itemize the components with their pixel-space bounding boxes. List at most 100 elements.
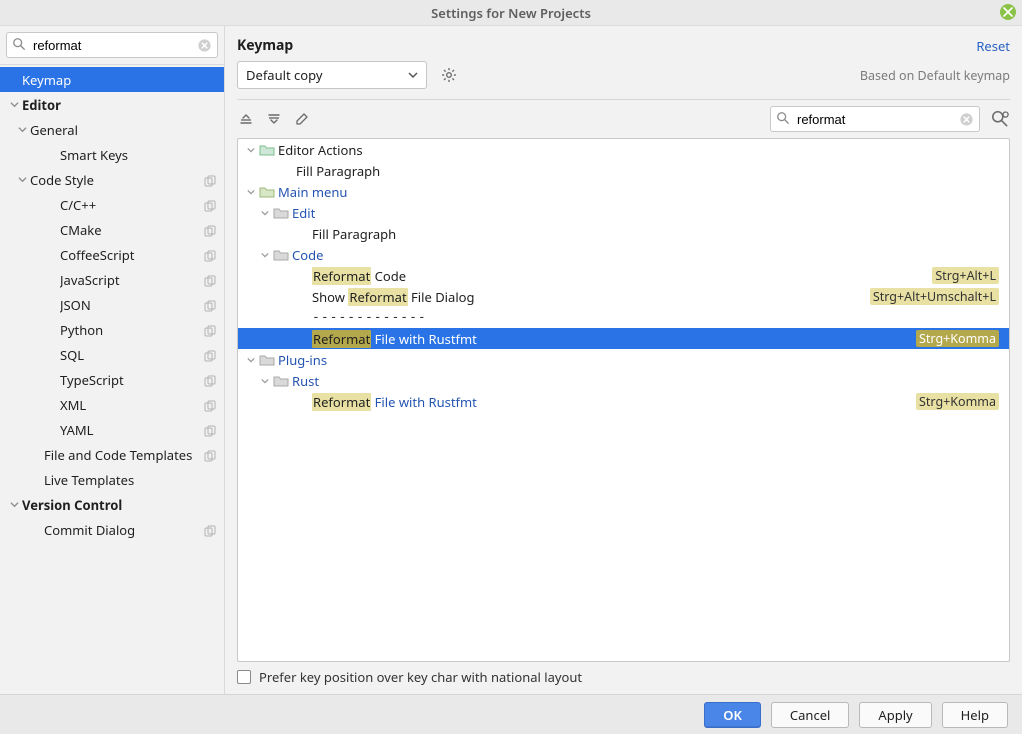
sidebar-item-editor[interactable]: Editor <box>0 92 224 117</box>
chevron-down-icon <box>14 125 30 134</box>
sidebar-item-general[interactable]: General <box>0 117 224 142</box>
sidebar-item-label: TypeScript <box>60 371 204 389</box>
node-label: Editor Actions <box>278 141 999 159</box>
per-project-icon <box>204 398 218 412</box>
action-label: Fill Paragraph <box>296 162 999 180</box>
keymap-scheme-value: Default copy <box>246 66 323 84</box>
sidebar-search-input[interactable] <box>31 34 191 56</box>
per-project-icon <box>204 198 218 212</box>
keymap-action-reformat-rustfmt[interactable]: Reformat File with Rustfmt Strg+Komma <box>238 328 1009 349</box>
sidebar-item-file-code-templates[interactable]: File and Code Templates <box>0 442 224 467</box>
toolbar-right <box>770 106 1010 132</box>
keymap-node-code[interactable]: Code <box>238 244 1009 265</box>
sidebar-item-yaml[interactable]: YAML <box>0 417 224 442</box>
action-label: Reformat File with Rustfmt <box>312 330 916 348</box>
checkbox[interactable] <box>237 670 251 684</box>
window-close-button[interactable] <box>1000 4 1016 20</box>
separator-label: ------------- <box>312 310 999 325</box>
sidebar-item-javascript[interactable]: JavaScript <box>0 267 224 292</box>
per-project-icon <box>204 223 218 237</box>
keymap-action-show-reformat-dialog[interactable]: Show Reformat File Dialog Strg+Alt+Umsch… <box>238 286 1009 307</box>
sidebar-item-sql[interactable]: SQL <box>0 342 224 367</box>
keymap-node-edit[interactable]: Edit <box>238 202 1009 223</box>
action-label: Fill Paragraph <box>312 225 999 243</box>
cancel-button[interactable]: Cancel <box>771 702 849 728</box>
keymap-tree: Editor Actions Fill Paragraph Main menu … <box>237 138 1010 662</box>
prefer-key-position-row[interactable]: Prefer key position over key char with n… <box>237 668 1010 686</box>
sidebar-item-live-templates[interactable]: Live Templates <box>0 467 224 492</box>
reset-link[interactable]: Reset <box>976 37 1010 55</box>
right-pane: Keymap Reset Default copy Based on Defau… <box>225 26 1022 694</box>
sidebar-item-commit-dialog[interactable]: Commit Dialog <box>0 517 224 542</box>
find-by-shortcut-icon[interactable] <box>990 109 1010 129</box>
sidebar-item-keymap[interactable]: Keymap <box>0 67 224 92</box>
toolbar-left <box>237 110 311 128</box>
folder-icon <box>258 142 276 158</box>
settings-sidebar: Keymap Editor General Smart Keys <box>0 26 225 694</box>
clear-icon[interactable] <box>197 38 212 53</box>
chevron-down-icon <box>244 188 258 196</box>
per-project-icon <box>204 173 218 187</box>
keymap-action-reformat-rustfmt-2[interactable]: Reformat File with Rustfmt Strg+Komma <box>238 391 1009 412</box>
folder-icon <box>272 247 290 263</box>
per-project-icon <box>204 348 218 362</box>
keymap-node-main-menu[interactable]: Main menu <box>238 181 1009 202</box>
sidebar-item-smart-keys[interactable]: Smart Keys <box>0 142 224 167</box>
sidebar-search[interactable] <box>6 32 218 58</box>
sidebar-item-cmake[interactable]: CMake <box>0 217 224 242</box>
sidebar-item-label: YAML <box>60 421 204 439</box>
chevron-down-icon <box>244 356 258 364</box>
divider <box>237 99 1010 100</box>
keymap-action-reformat-code[interactable]: Reformat Code Strg+Alt+L <box>238 265 1009 286</box>
keymap-scheme-combo[interactable]: Default copy <box>237 61 427 89</box>
sidebar-item-label: File and Code Templates <box>44 446 204 464</box>
shortcut-badge: Strg+Komma <box>916 330 999 347</box>
page-title: Keymap <box>237 36 293 55</box>
keymap-separator: ------------- <box>238 307 1009 328</box>
help-button-label: Help <box>961 706 989 724</box>
chevron-down-icon <box>244 146 258 154</box>
ok-button[interactable]: OK <box>704 702 761 728</box>
sidebar-item-typescript[interactable]: TypeScript <box>0 367 224 392</box>
right-header: Keymap Reset <box>237 36 1010 55</box>
clear-icon[interactable] <box>959 112 974 127</box>
sidebar-item-cpp[interactable]: C/C++ <box>0 192 224 217</box>
shortcut-badge: Strg+Alt+L <box>932 267 999 284</box>
help-button[interactable]: Help <box>942 702 1008 728</box>
keymap-action-fill-paragraph-2[interactable]: Fill Paragraph <box>238 223 1009 244</box>
folder-icon <box>258 352 276 368</box>
keymap-node-editor-actions[interactable]: Editor Actions <box>238 139 1009 160</box>
apply-button[interactable]: Apply <box>859 702 931 728</box>
node-label: Rust <box>292 372 999 390</box>
expand-all-icon[interactable] <box>237 110 255 128</box>
sidebar-tree: Keymap Editor General Smart Keys <box>0 65 224 694</box>
edit-icon[interactable] <box>293 110 311 128</box>
sidebar-item-label: Code Style <box>30 171 204 189</box>
chevron-down-icon <box>258 377 272 385</box>
keymap-search[interactable] <box>770 106 980 132</box>
sidebar-item-python[interactable]: Python <box>0 317 224 342</box>
sidebar-item-version-control[interactable]: Version Control <box>0 492 224 517</box>
per-project-icon <box>204 448 218 462</box>
action-label: Reformat File with Rustfmt <box>312 393 916 411</box>
sidebar-item-code-style[interactable]: Code Style <box>0 167 224 192</box>
sidebar-item-label: CoffeeScript <box>60 246 204 264</box>
sidebar-item-coffeescript[interactable]: CoffeeScript <box>0 242 224 267</box>
collapse-all-icon[interactable] <box>265 110 283 128</box>
keymap-node-rust[interactable]: Rust <box>238 370 1009 391</box>
keymap-node-plugins[interactable]: Plug-ins <box>238 349 1009 370</box>
node-label: Edit <box>292 204 999 222</box>
gear-icon[interactable] <box>437 63 461 87</box>
cancel-button-label: Cancel <box>790 706 830 724</box>
action-label: Show Reformat File Dialog <box>312 288 870 306</box>
keymap-search-input[interactable] <box>795 108 953 130</box>
sidebar-search-wrap <box>0 26 224 65</box>
per-project-icon <box>204 298 218 312</box>
action-label: Reformat Code <box>312 267 932 285</box>
chevron-down-icon <box>6 100 22 109</box>
sidebar-item-xml[interactable]: XML <box>0 392 224 417</box>
per-project-icon <box>204 373 218 387</box>
keymap-action-fill-paragraph[interactable]: Fill Paragraph <box>238 160 1009 181</box>
sidebar-item-json[interactable]: JSON <box>0 292 224 317</box>
folder-icon <box>272 205 290 221</box>
